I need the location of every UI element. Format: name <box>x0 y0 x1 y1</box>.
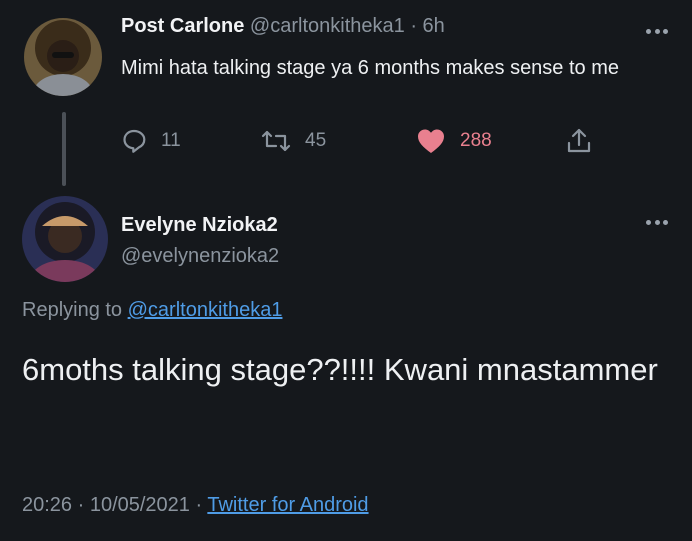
more-icon[interactable] <box>646 215 668 229</box>
thread-line <box>62 112 66 186</box>
action-bar: 11 45 288 <box>121 126 601 156</box>
more-icon[interactable] <box>646 24 668 38</box>
like-count: 288 <box>460 130 492 151</box>
like-button[interactable]: 288 <box>416 126 492 156</box>
reply-button[interactable]: 11 <box>121 126 181 156</box>
tweet-text: 6moths talking stage??!!!! Kwani mnastam… <box>22 352 658 387</box>
share-button[interactable] <box>566 126 606 156</box>
reply-count: 11 <box>161 130 181 151</box>
avatar[interactable] <box>22 196 108 282</box>
reply-icon <box>123 129 146 153</box>
tweet-header: Post Carlone @carltonkitheka1 · 6h <box>121 15 445 38</box>
user-handle[interactable]: @carltonkitheka1 <box>250 15 405 37</box>
source-link[interactable]: Twitter for Android <box>207 494 368 516</box>
timestamp[interactable]: 20:26 · 10/05/2021 <box>22 494 190 516</box>
replying-label: Replying to <box>22 299 123 321</box>
display-name[interactable]: Post Carlone <box>121 15 244 37</box>
user-handle[interactable]: @evelynenzioka2 <box>121 245 279 268</box>
timestamp[interactable]: 6h <box>423 15 445 37</box>
separator: · <box>195 494 203 516</box>
retweet-count: 45 <box>305 130 327 151</box>
avatar[interactable] <box>24 18 102 96</box>
replying-handle-link[interactable]: @carltonkitheka1 <box>128 299 283 321</box>
retweet-button[interactable]: 45 <box>261 126 326 156</box>
share-icon <box>567 128 591 153</box>
tweet-text: Mimi hata talking stage ya 6 months make… <box>121 57 620 79</box>
separator: · <box>410 15 417 37</box>
display-name[interactable]: Evelyne Nzioka2 <box>121 214 278 237</box>
heart-icon <box>418 129 444 153</box>
tweet-footer: 20:26 · 10/05/2021 · Twitter for Android <box>22 494 369 517</box>
retweet-icon <box>261 130 291 152</box>
replying-to: Replying to @carltonkitheka1 <box>22 299 282 322</box>
